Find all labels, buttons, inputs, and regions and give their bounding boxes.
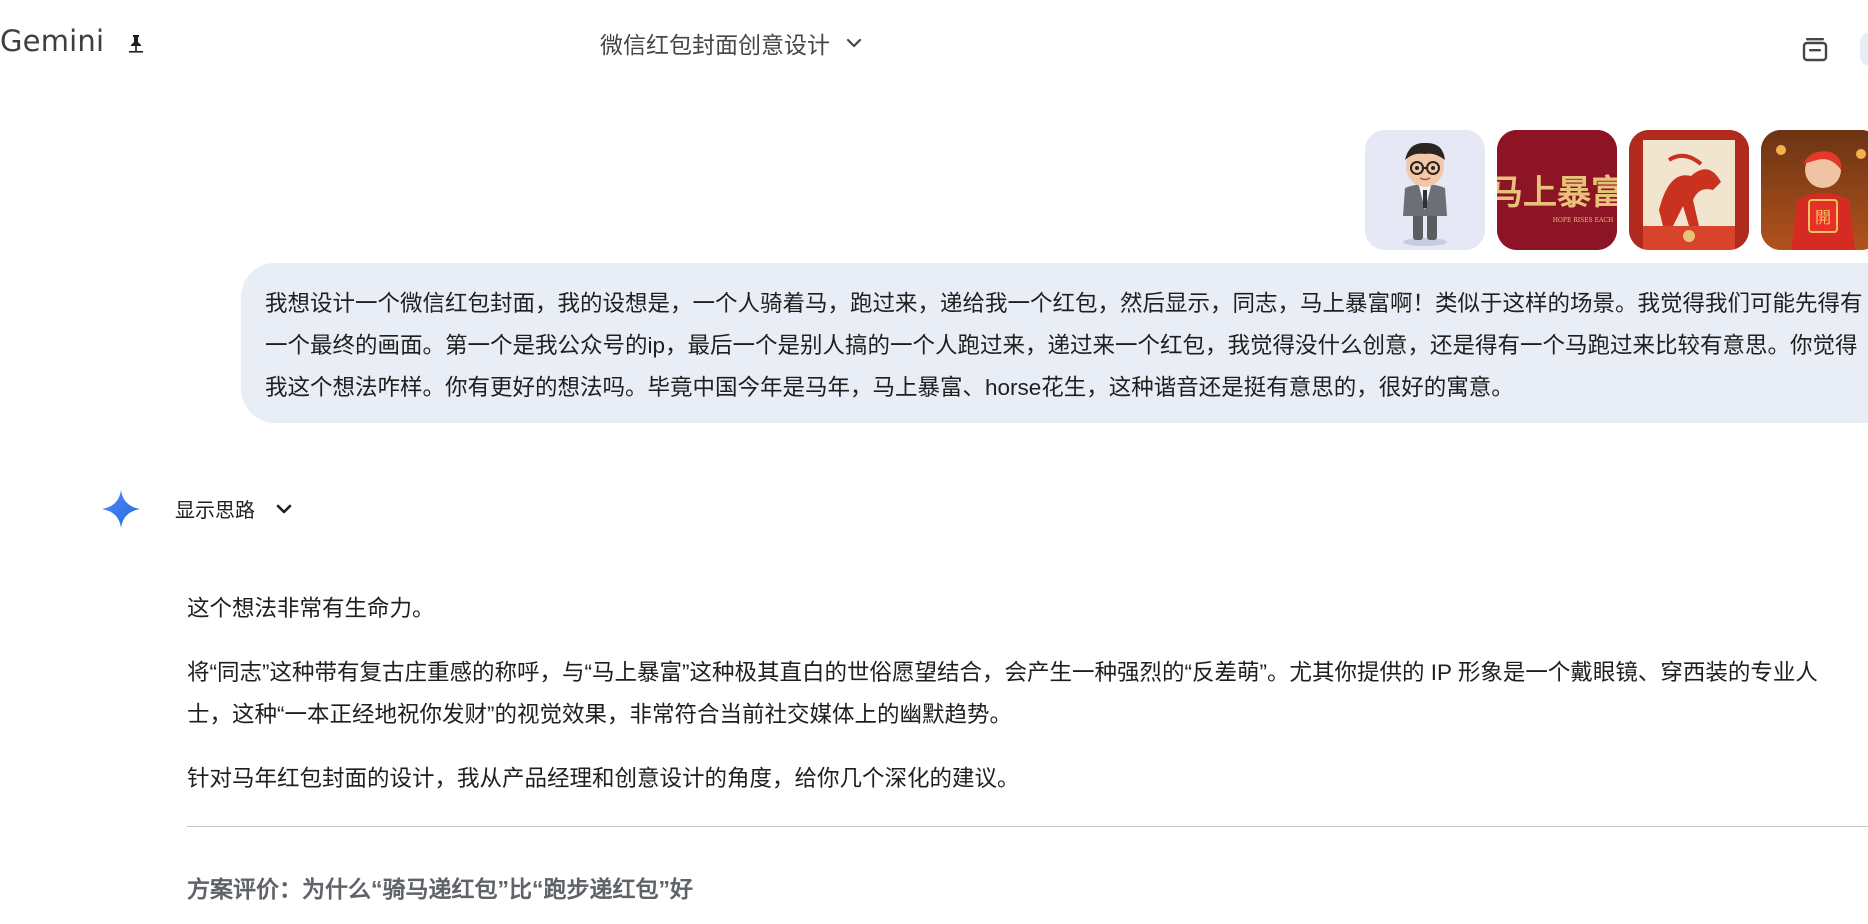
chevron-down-icon (846, 38, 862, 48)
response-paragraph: 将“同志”这种带有复古庄重感的称呼，与“马上暴富”这种极其直白的世俗愿望结合，会… (187, 660, 1818, 727)
history-icon[interactable] (1800, 34, 1830, 64)
user-message-bubble: 我想设计一个微信红包封面，我的设想是，一个人骑着马，跑过来，递给我一个红包，然后… (241, 263, 1868, 423)
account-chip[interactable] (1860, 32, 1868, 66)
calligraphy-text: 马上暴富 (1497, 173, 1617, 213)
calligraphy-subtext: HOPE RISES EACH (1553, 217, 1613, 224)
section-heading: 方案评价：为什么“骑马递红包”比“跑步递红包”好 (187, 876, 693, 902)
ip-avatar-thumbnail[interactable] (1365, 130, 1485, 250)
red-packet-text: 開 (1815, 208, 1831, 227)
response-paragraph: 这个想法非常有生命力。 (187, 596, 435, 621)
gemini-spark-icon (102, 490, 140, 528)
conversation-title-dropdown[interactable]: 微信红包封面创意设计 (600, 26, 864, 60)
horse-fortune-calligraphy-thumbnail[interactable]: 马上暴富 HOPE RISES EACH (1497, 130, 1617, 250)
running-person-image: 開 (1761, 130, 1868, 250)
ip-avatar-image (1365, 130, 1485, 250)
user-message-text: 我想设计一个微信红包封面，我的设想是，一个人骑着马，跑过来，递给我一个红包，然后… (265, 291, 1863, 400)
horse-poster-thumbnail[interactable] (1629, 130, 1749, 250)
horse-poster-image (1629, 130, 1749, 250)
show-thoughts-label: 显示思路 (175, 500, 255, 522)
gemini-logo[interactable]: Gemini (0, 24, 104, 58)
chevron-down-icon (276, 504, 292, 513)
pin-icon[interactable] (126, 32, 146, 54)
running-person-redpacket-thumbnail[interactable]: 開 (1761, 130, 1868, 250)
conversation-title: 微信红包封面创意设计 (600, 32, 830, 58)
section-divider (187, 826, 1868, 827)
show-thoughts-toggle[interactable]: 显示思路 (175, 494, 295, 523)
response-paragraph: 针对马年红包封面的设计，我从产品经理和创意设计的角度，给你几个深化的建议。 (187, 766, 1020, 791)
model-response: 这个想法非常有生命力。 将“同志”这种带有复古庄重感的称呼，与“马上暴富”这种极… (187, 588, 1867, 800)
calligraphy-image: 马上暴富 HOPE RISES EACH (1497, 130, 1617, 250)
